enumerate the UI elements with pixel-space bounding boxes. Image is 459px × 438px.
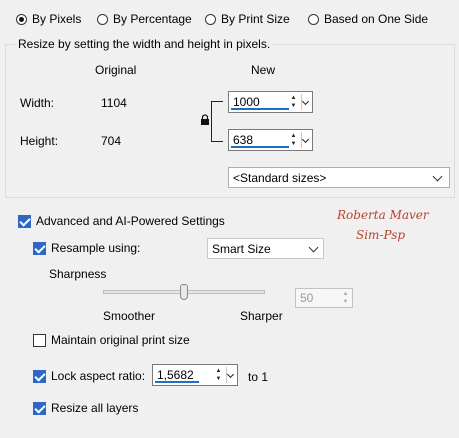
watermark-line2: Sim-Psp: [356, 228, 406, 242]
sharpness-value-field: 50 ▲ ▼: [295, 288, 353, 308]
field-underline: [231, 146, 289, 148]
mode-label: Based on One Side: [324, 12, 429, 26]
sharper-label: Sharper: [240, 309, 283, 323]
mode-based-on-one-side[interactable]: Based on One Side: [308, 12, 428, 26]
slider-thumb[interactable]: [180, 284, 188, 300]
field-underline: [231, 108, 289, 110]
lock-icon[interactable]: [200, 114, 210, 126]
mode-by-print-size[interactable]: By Print Size: [205, 12, 290, 26]
ratio-spin-buttons[interactable]: ▲ ▼: [214, 367, 223, 383]
mode-label: By Percentage: [113, 12, 192, 26]
resample-checkbox[interactable]: [33, 241, 46, 255]
spin-up-icon[interactable]: ▲: [289, 132, 298, 140]
lock-aspect-ratio-label: Lock aspect ratio:: [51, 369, 146, 383]
spin-down-icon[interactable]: ▼: [289, 102, 298, 110]
resize-all-layers-checkbox[interactable]: [33, 401, 46, 415]
maintain-print-size-row[interactable]: Maintain original print size: [33, 333, 190, 347]
resample-checkbox-row[interactable]: Resample using:: [33, 241, 140, 255]
spin-up-icon[interactable]: ▲: [289, 94, 298, 102]
lock-aspect-ratio-row[interactable]: Lock aspect ratio:: [33, 369, 145, 383]
height-new-field[interactable]: 638 ▲ ▼: [228, 129, 313, 151]
watermark-line1: Roberta Maver: [337, 208, 429, 222]
width-original: 1104: [101, 96, 127, 110]
sharpness-spin-buttons: ▲ ▼: [341, 290, 350, 306]
link-bracket: [211, 101, 223, 142]
width-dropdown-icon[interactable]: [301, 94, 310, 110]
height-dropdown-icon[interactable]: [301, 132, 310, 148]
advanced-settings-checkbox-row[interactable]: Advanced and AI-Powered Settings: [18, 214, 225, 228]
standard-sizes-select[interactable]: <Standard sizes>: [228, 167, 450, 188]
height-original: 704: [101, 134, 122, 148]
resample-value: Smart Size: [212, 242, 271, 256]
resize-all-layers-label: Resize all layers: [51, 401, 139, 415]
resample-select[interactable]: Smart Size: [207, 238, 324, 259]
mode-by-percentage[interactable]: By Percentage: [97, 12, 192, 26]
resize-all-layers-row[interactable]: Resize all layers: [33, 401, 138, 415]
height-spin-buttons[interactable]: ▲ ▼: [289, 132, 298, 148]
spin-up-icon: ▲: [342, 291, 349, 297]
field-underline: [155, 381, 199, 383]
chevron-down-icon[interactable]: [308, 242, 319, 253]
aspect-ratio-value[interactable]: 1,5682: [157, 368, 194, 382]
height-new-value[interactable]: 638: [233, 133, 253, 147]
ratio-dropdown-icon[interactable]: [226, 367, 235, 383]
height-label: Height:: [20, 134, 59, 148]
sharpness-value: 50: [300, 291, 314, 305]
width-label: Width:: [20, 96, 55, 110]
radio-by-print-size[interactable]: [205, 13, 216, 25]
spin-down-icon[interactable]: ▼: [289, 140, 298, 148]
resize-group-title: Resize by setting the width and height i…: [16, 37, 273, 51]
aspect-ratio-field[interactable]: 1,5682 ▲ ▼: [152, 364, 238, 386]
radio-by-percentage[interactable]: [97, 13, 108, 25]
maintain-print-size-label: Maintain original print size: [51, 333, 190, 347]
sharpness-label: Sharpness: [49, 267, 107, 281]
ratio-suffix: to 1: [248, 370, 269, 384]
mode-label: By Pixels: [32, 12, 82, 26]
smoother-label: Smoother: [103, 309, 156, 323]
mode-by-pixels[interactable]: By Pixels: [16, 12, 81, 26]
sharpness-slider[interactable]: [103, 284, 265, 302]
original-header: Original: [95, 63, 137, 77]
width-spin-buttons[interactable]: ▲ ▼: [289, 94, 298, 110]
spin-down-icon[interactable]: ▼: [214, 375, 223, 383]
chevron-down-icon[interactable]: [432, 171, 443, 182]
mode-label: By Print Size: [221, 12, 290, 26]
spin-down-icon: ▼: [342, 299, 349, 305]
advanced-settings-label: Advanced and AI-Powered Settings: [36, 214, 225, 228]
radio-based-on-one-side[interactable]: [308, 13, 319, 25]
new-header: New: [251, 63, 276, 77]
maintain-print-size-checkbox[interactable]: [33, 333, 46, 347]
advanced-settings-checkbox[interactable]: [18, 214, 31, 228]
radio-by-pixels[interactable]: [16, 13, 27, 25]
width-new-value[interactable]: 1000: [233, 95, 260, 109]
width-new-field[interactable]: 1000 ▲ ▼: [228, 91, 313, 113]
resample-label: Resample using:: [51, 241, 141, 255]
standard-sizes-value: <Standard sizes>: [233, 171, 327, 185]
spin-up-icon[interactable]: ▲: [214, 367, 223, 375]
lock-aspect-ratio-checkbox[interactable]: [33, 369, 46, 383]
